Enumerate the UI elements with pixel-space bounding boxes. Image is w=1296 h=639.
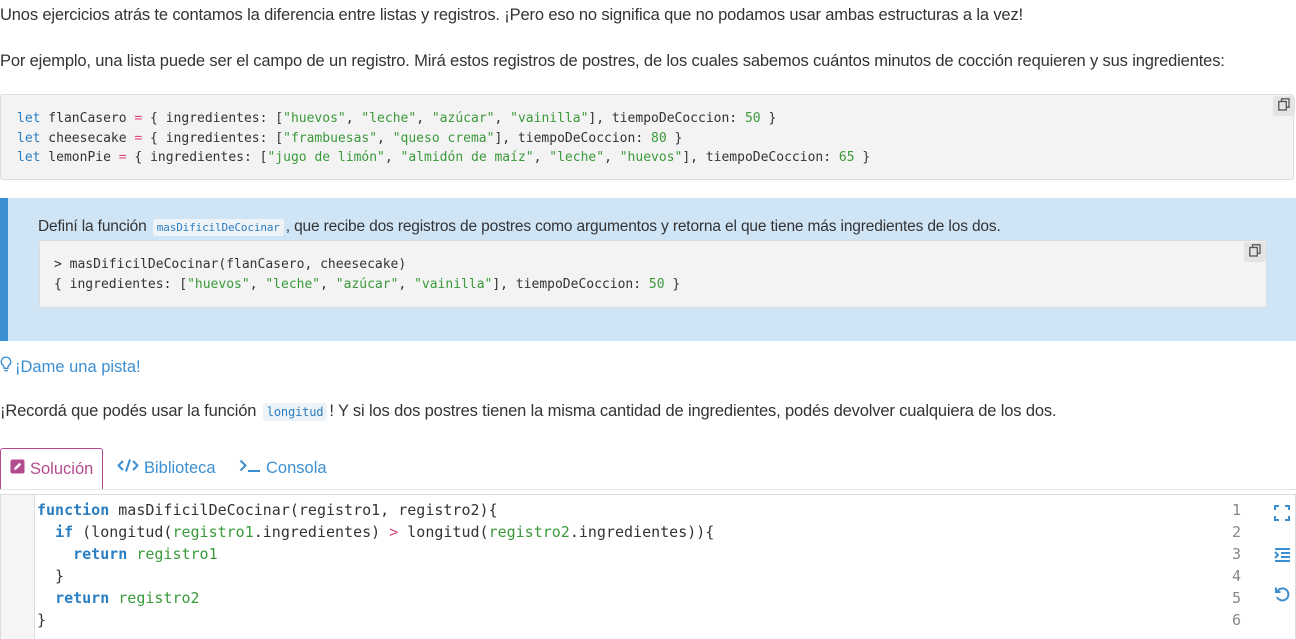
code-icon (117, 458, 139, 478)
intro-paragraph-2: Por ejemplo, una lista puede ser el camp… (0, 52, 1225, 70)
tab-biblioteca[interactable]: Biblioteca (117, 448, 216, 488)
example-code: let flanCasero = { ingredientes: ["huevo… (17, 109, 870, 168)
line-number: 1 (1231, 501, 1241, 519)
line-content: } (37, 567, 65, 585)
task-text-before: Definí la función (38, 218, 147, 235)
line-content: return registro1 (73, 545, 218, 563)
editor-line: 2 if (longitud(registro1.ingredientes) >… (1, 523, 1241, 545)
fullscreen-button[interactable] (1272, 504, 1292, 526)
line-content: function masDificilDeCocinar(registro1, … (37, 501, 498, 519)
line-content: if (longitud(registro1.ingredientes) > l… (55, 523, 715, 541)
console-line: > masDificilDeCocinar(flanCasero, cheese… (54, 257, 407, 272)
line-content: return registro2 (55, 589, 200, 607)
hint-toggle-link[interactable]: ¡Dame una pista! (0, 356, 141, 378)
line-number: 3 (1231, 545, 1241, 563)
editor-line: 4 } (1, 567, 1241, 589)
code-line: let lemonPie = { ingredientes: ["jugo de… (17, 150, 871, 165)
editor-line: 5 return registro2 (1, 589, 1241, 611)
reset-icon (1274, 586, 1290, 607)
code-editor[interactable]: 1 function masDificilDeCocinar(registro1… (0, 494, 1296, 639)
hint-link-label: ¡Dame una pista! (15, 357, 141, 376)
editor-tabs: Solución Biblioteca Consola (0, 448, 1296, 490)
edit-icon (10, 459, 25, 479)
tab-solucion[interactable]: Solución (0, 448, 104, 489)
copy-button[interactable] (1273, 96, 1295, 116)
task-box: Definí la función masDificilDeCocinar, q… (0, 198, 1296, 341)
tab-label: Biblioteca (144, 458, 216, 477)
hint-text-before: ¡Recordá que podés usar la función (0, 402, 257, 420)
console-example-code: > masDificilDeCocinar(flanCasero, cheese… (54, 255, 680, 294)
function-name-code: masDificilDeCocinar (152, 219, 284, 236)
terminal-icon (239, 458, 261, 478)
copy-button[interactable] (1244, 242, 1266, 262)
task-text-after: , que recibe dos registros de postres co… (285, 218, 1001, 235)
line-number: 4 (1231, 567, 1241, 585)
format-code-button[interactable] (1272, 547, 1292, 567)
line-number: 2 (1231, 523, 1241, 541)
line-number: 6 (1231, 611, 1241, 629)
intro-paragraph-1: Unos ejercicios atrás te contamos la dif… (0, 6, 1023, 24)
copy-icon (1278, 97, 1290, 116)
task-description: Definí la función masDificilDeCocinar, q… (38, 218, 1001, 236)
copy-icon (1249, 243, 1261, 262)
tabs-divider (0, 489, 1296, 490)
hint-text: ¡Recordá que podés usar la función longi… (0, 402, 1057, 421)
console-line: { ingredientes: ["huevos", "leche", "azú… (54, 276, 681, 292)
fullscreen-icon (1274, 504, 1290, 526)
tab-consola[interactable]: Consola (239, 448, 327, 488)
code-line: let cheesecake = { ingredientes: ["framb… (17, 130, 683, 146)
line-content: } (37, 611, 47, 629)
task-console-example: > masDificilDeCocinar(flanCasero, cheese… (39, 240, 1267, 308)
tab-label: Solución (30, 459, 94, 478)
hint-text-after: ! Y si los dos postres tienen la misma c… (329, 402, 1057, 420)
indent-icon (1273, 547, 1291, 568)
lightbulb-icon (0, 356, 12, 378)
example-code-block: let flanCasero = { ingredientes: ["huevo… (0, 94, 1295, 180)
tab-label: Consola (266, 458, 327, 477)
editor-line: 1 function masDificilDeCocinar(registro1… (1, 501, 1241, 523)
code-line: let flanCasero = { ingredientes: ["huevo… (17, 111, 777, 126)
function-name-code: longitud (262, 403, 328, 421)
editor-line: 6 } (1, 611, 1241, 633)
line-number: 5 (1231, 589, 1241, 607)
editor-line: 3 return registro1 (1, 545, 1241, 567)
reset-button[interactable] (1272, 586, 1292, 606)
